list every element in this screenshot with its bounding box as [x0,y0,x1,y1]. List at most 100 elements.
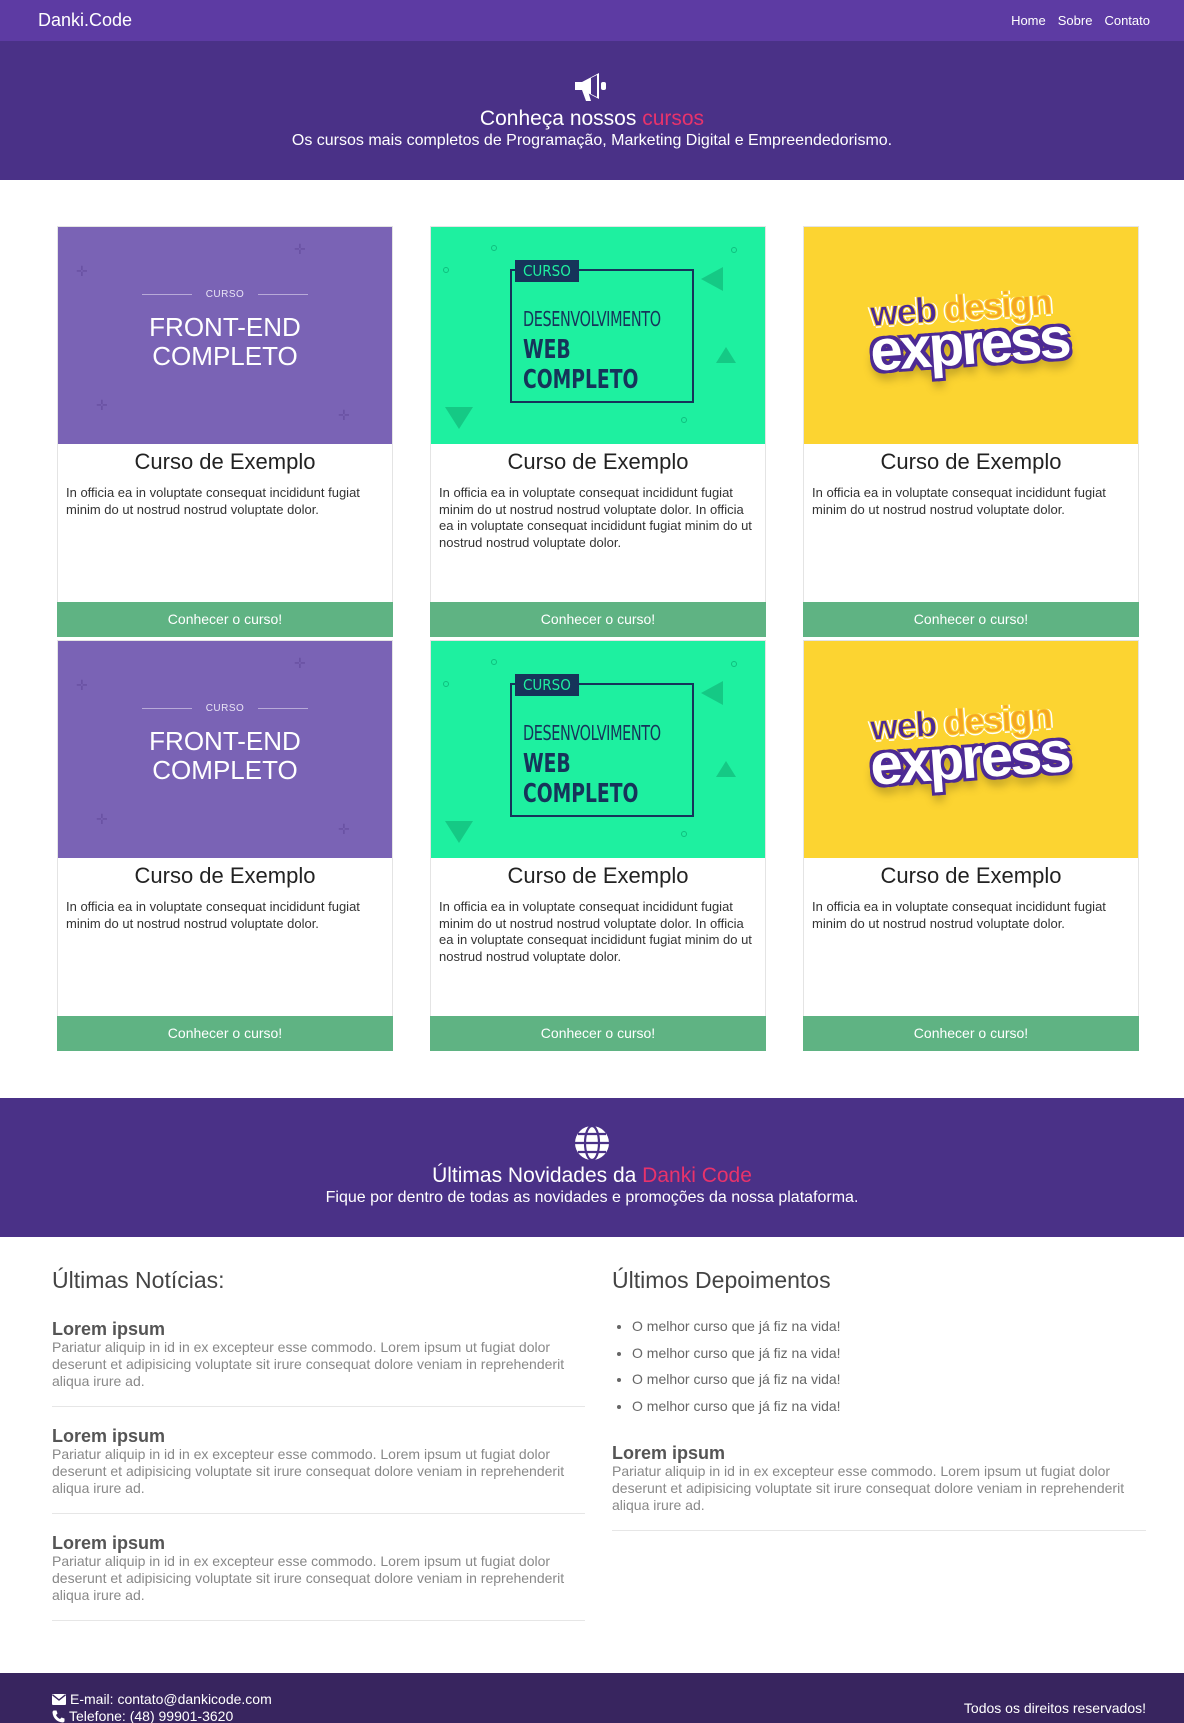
courses-row: ✛ ✛ ✛ ✛ CURSO FRONT-END COMPLETO Curso de… [57,226,1184,637]
thumb-line-2: express [867,305,1071,384]
footer-contact: E-mail: contato@dankicode.com Telefone: … [52,1691,272,1723]
footer: E-mail: contato@dankicode.com Telefone: … [0,1673,1184,1723]
testimonials-column: Últimos Depoimentos O melhor curso que j… [612,1267,1146,1673]
course-card: web design express Curso de Exemplo In o… [803,640,1139,1051]
updates-banner: Últimas Novidades da Danki Code Fique po… [0,1098,1184,1237]
course-card: CURSO DESENVOLVIMENTO WEB COMPLETO Curso… [430,640,766,1051]
courses-banner: Conheça nossos cursos Os cursos mais com… [0,41,1184,180]
course-description: In officia ea in voluptate consequat inc… [812,899,1106,931]
footer-phone: Telefone: (48) 99901-3620 [52,1708,272,1723]
thumb-small-label: CURSO [58,289,392,300]
thumb-small-label: CURSO [58,703,392,714]
course-title: Curso de Exemplo [507,863,689,888]
top-navbar: Danki.Code Home Sobre Contato [0,0,1184,41]
course-title: Curso de Exemplo [507,449,689,474]
thumb-tag: CURSO [515,674,579,696]
footer-phone-text[interactable]: Telefone: (48) 99901-3620 [69,1708,233,1723]
news-post: Lorem ipsum Pariatur aliquip in id in ex… [52,1533,585,1621]
nav-sobre-link[interactable]: Sobre [1058,13,1093,28]
thumb-big-label: FRONT-END COMPLETO [149,312,301,371]
testimonial-post: Lorem ipsum Pariatur aliquip in id in ex… [612,1443,1146,1531]
course-thumbnail-webdev[interactable]: CURSO DESENVOLVIMENTO WEB COMPLETO [431,641,765,858]
course-cta-button[interactable]: Conhecer o curso! [803,602,1139,637]
news-section: Últimas Notícias: Lorem ipsum Pariatur a… [0,1237,1184,1673]
list-item: O melhor curso que já fiz na vida! [632,1366,1146,1393]
course-title: Curso de Exemplo [880,449,1062,474]
news-post-title[interactable]: Lorem ipsum [52,1319,585,1339]
course-cta-button[interactable]: Conhecer o curso! [803,1016,1139,1051]
news-heading: Últimas Notícias: [52,1267,225,1293]
news-post-text: Pariatur aliquip in id in ex excepteur e… [52,1446,565,1496]
course-cta-button[interactable]: Conhecer o curso! [430,1016,766,1051]
news-post: Lorem ipsum Pariatur aliquip in id in ex… [52,1319,585,1407]
plus-decor-icon: ✛ [338,407,350,423]
course-card: ✛ ✛ ✛ ✛ CURSO FRONT-END COMPLETO Curso de… [57,226,393,637]
list-item: O melhor curso que já fiz na vida! [632,1313,1146,1340]
thumb-line-2: WEB [523,335,571,365]
plus-decor-icon: ✛ [96,811,108,827]
course-description: In officia ea in voluptate consequat inc… [812,485,1106,517]
thumb-line-1: DESENVOLVIMENTO [523,721,661,745]
course-title: Curso de Exemplo [880,863,1062,888]
footer-rights: Todos os direitos reservados! [963,1700,1146,1716]
updates-banner-title: Últimas Novidades da Danki Code [432,1164,752,1187]
course-cta-button[interactable]: Conhecer o curso! [430,602,766,637]
course-card: ✛ ✛ ✛ ✛ CURSO FRONT-END COMPLETO Curso de… [57,640,393,1051]
course-cta-button[interactable]: Conhecer o curso! [57,1016,393,1051]
updates-banner-subtitle: Fique por dentro de todas as novidades e… [325,1189,859,1206]
brand-logo[interactable]: Danki.Code [38,10,132,31]
course-description: In officia ea in voluptate consequat inc… [66,899,360,931]
testimonial-post-title[interactable]: Lorem ipsum [612,1443,1146,1463]
main-nav: Home Sobre Contato [1011,13,1150,28]
course-thumbnail-webdev[interactable]: CURSO DESENVOLVIMENTO WEB COMPLETO [431,227,765,444]
course-thumbnail-webdesign[interactable]: web design express [804,227,1138,444]
courses-banner-title: Conheça nossos cursos [479,107,705,130]
thumb-line-3: COMPLETO [523,365,639,395]
list-item: O melhor curso que já fiz na vida! [632,1340,1146,1367]
phone-icon [52,1710,65,1723]
course-description: In officia ea in voluptate consequat inc… [439,485,752,550]
thumb-line-3: COMPLETO [523,779,639,809]
thumb-line-2: WEB [523,749,571,779]
course-card: CURSO DESENVOLVIMENTO WEB COMPLETO Curso… [430,226,766,637]
nav-home-link[interactable]: Home [1011,13,1046,28]
course-card: web design express Curso de Exemplo In o… [803,226,1139,637]
course-title: Curso de Exemplo [134,863,316,888]
globe-icon [575,1124,609,1162]
plus-decor-icon: ✛ [294,655,306,671]
course-thumbnail-frontend[interactable]: ✛ ✛ ✛ ✛ CURSO FRONT-END COMPLETO [58,227,392,444]
news-post-text: Pariatur aliquip in id in ex excepteur e… [52,1553,565,1603]
plus-decor-icon: ✛ [76,263,88,279]
envelope-icon [52,1694,66,1705]
courses-row: ✛ ✛ ✛ ✛ CURSO FRONT-END COMPLETO Curso de… [57,640,1184,1051]
thumb-big-label: FRONT-END COMPLETO [149,726,301,785]
course-cta-button[interactable]: Conhecer o curso! [57,602,393,637]
nav-contato-link[interactable]: Contato [1104,13,1150,28]
megaphone-icon [575,73,606,101]
news-post-title[interactable]: Lorem ipsum [52,1533,585,1553]
testimonials-heading: Últimos Depoimentos [612,1267,831,1293]
testimonials-list: O melhor curso que já fiz na vida! O mel… [612,1313,1146,1419]
course-title: Curso de Exemplo [134,449,316,474]
courses-grid: ✛ ✛ ✛ ✛ CURSO FRONT-END COMPLETO Curso de… [0,180,1184,1098]
course-thumbnail-frontend[interactable]: ✛ ✛ ✛ ✛ CURSO FRONT-END COMPLETO [58,641,392,858]
thumb-line-2: express [867,719,1071,798]
testimonial-post-text: Pariatur aliquip in id in ex excepteur e… [612,1463,1125,1513]
news-post: Lorem ipsum Pariatur aliquip in id in ex… [52,1426,585,1514]
course-description: In officia ea in voluptate consequat inc… [439,899,752,964]
plus-decor-icon: ✛ [76,677,88,693]
courses-banner-subtitle: Os cursos mais completos de Programação,… [291,132,893,149]
footer-email-text[interactable]: E-mail: contato@dankicode.com [70,1691,272,1708]
plus-decor-icon: ✛ [96,397,108,413]
plus-decor-icon: ✛ [294,241,306,257]
news-post-text: Pariatur aliquip in id in ex excepteur e… [52,1339,565,1389]
thumb-line-1: DESENVOLVIMENTO [523,307,661,331]
course-description: In officia ea in voluptate consequat inc… [66,485,360,517]
footer-email: E-mail: contato@dankicode.com [52,1691,272,1708]
plus-decor-icon: ✛ [338,821,350,837]
news-post-title[interactable]: Lorem ipsum [52,1426,585,1446]
list-item: O melhor curso que já fiz na vida! [632,1393,1146,1420]
course-thumbnail-webdesign[interactable]: web design express [804,641,1138,858]
news-column: Últimas Notícias: Lorem ipsum Pariatur a… [52,1267,585,1673]
thumb-tag: CURSO [515,260,579,282]
